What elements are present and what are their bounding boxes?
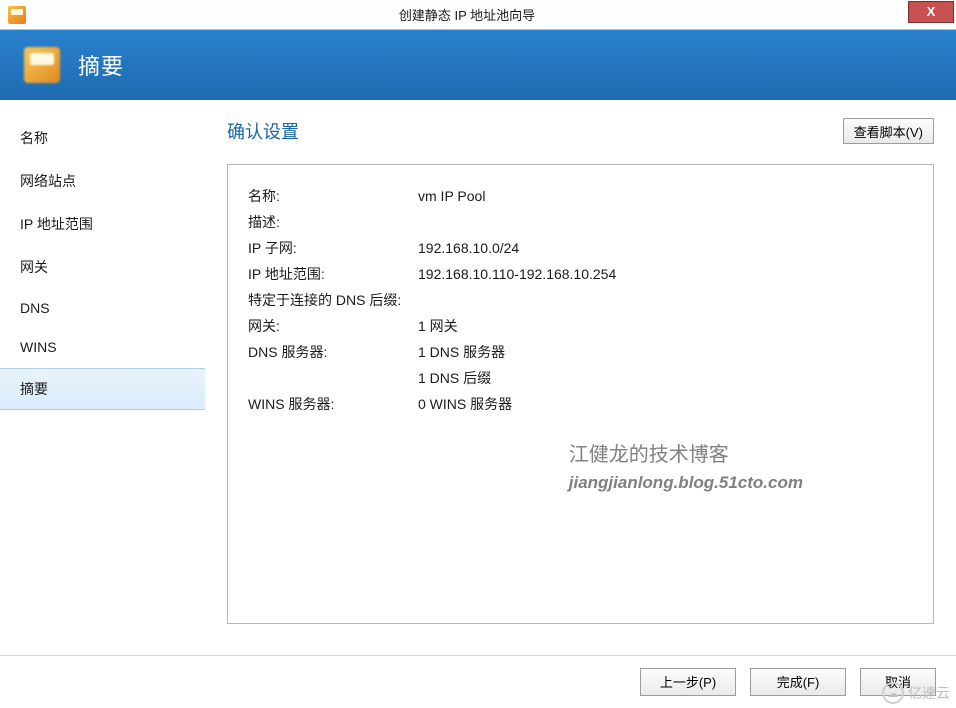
summary-row: DNS 服务器:1 DNS 服务器 [248,339,913,365]
banner-title: 摘要 [78,49,124,81]
sidebar-item-ip-range[interactable]: IP 地址范围 [0,204,205,245]
wizard-banner: 摘要 [0,30,956,100]
summary-row: 1 DNS 后缀 [248,365,913,391]
window-title: 创建静态 IP 地址池向导 [26,5,908,24]
sidebar-item-name[interactable]: 名称 [0,118,205,159]
summary-row: 名称:vm IP Pool [248,183,913,209]
summary-value [418,287,913,313]
summary-label: 特定于连接的 DNS 后缀: [248,287,418,313]
summary-value: 0 WINS 服务器 [418,391,913,417]
summary-row: IP 地址范围:192.168.10.110-192.168.10.254 [248,261,913,287]
wizard-footer: 上一步(P) 完成(F) 取消 [0,655,956,707]
summary-value: 1 DNS 后缀 [418,365,913,391]
content-area: 确认设置 查看脚本(V) 名称:vm IP Pool 描述: IP 子网:192… [205,100,956,655]
summary-row: IP 子网:192.168.10.0/24 [248,235,913,261]
view-script-button[interactable]: 查看脚本(V) [843,118,934,144]
cloud-icon: ☁ [882,682,904,704]
summary-value: 1 网关 [418,313,913,339]
summary-value: 192.168.10.110-192.168.10.254 [418,261,913,287]
app-icon [8,6,26,24]
summary-label: 网关: [248,313,418,339]
watermark: 江健龙的技术博客 jiangjianlong.blog.51cto.com [569,438,803,493]
sidebar-item-wins[interactable]: WINS [0,329,205,366]
previous-button[interactable]: 上一步(P) [640,668,736,696]
watermark-line1: 江健龙的技术博客 [569,438,803,467]
sidebar-item-gateway[interactable]: 网关 [0,247,205,288]
summary-value: vm IP Pool [418,183,913,209]
summary-label: IP 地址范围: [248,261,418,287]
summary-label: 描述: [248,209,418,235]
summary-row: 网关:1 网关 [248,313,913,339]
summary-label: DNS 服务器: [248,339,418,365]
corner-brand-text: 亿速云 [908,683,950,703]
summary-value: 192.168.10.0/24 [418,235,913,261]
title-bar: 创建静态 IP 地址池向导 X [0,0,956,30]
summary-value: 1 DNS 服务器 [418,339,913,365]
summary-label: 名称: [248,183,418,209]
content-heading: 确认设置 [227,118,934,144]
wizard-icon [24,47,60,83]
wizard-sidebar: 名称 网络站点 IP 地址范围 网关 DNS WINS 摘要 [0,100,205,655]
summary-row: 特定于连接的 DNS 后缀: [248,287,913,313]
corner-brand: ☁ 亿速云 [882,682,950,704]
sidebar-item-dns[interactable]: DNS [0,290,205,327]
sidebar-item-network-site[interactable]: 网络站点 [0,161,205,202]
main-area: 名称 网络站点 IP 地址范围 网关 DNS WINS 摘要 确认设置 查看脚本… [0,100,956,655]
summary-row: 描述: [248,209,913,235]
settings-summary-box: 名称:vm IP Pool 描述: IP 子网:192.168.10.0/24 … [227,164,934,624]
summary-label: WINS 服务器: [248,391,418,417]
summary-label [248,365,418,391]
finish-button[interactable]: 完成(F) [750,668,846,696]
summary-label: IP 子网: [248,235,418,261]
summary-row: WINS 服务器:0 WINS 服务器 [248,391,913,417]
close-button[interactable]: X [908,1,954,23]
sidebar-item-summary[interactable]: 摘要 [0,368,205,410]
summary-value [418,209,913,235]
watermark-line2: jiangjianlong.blog.51cto.com [569,473,803,493]
